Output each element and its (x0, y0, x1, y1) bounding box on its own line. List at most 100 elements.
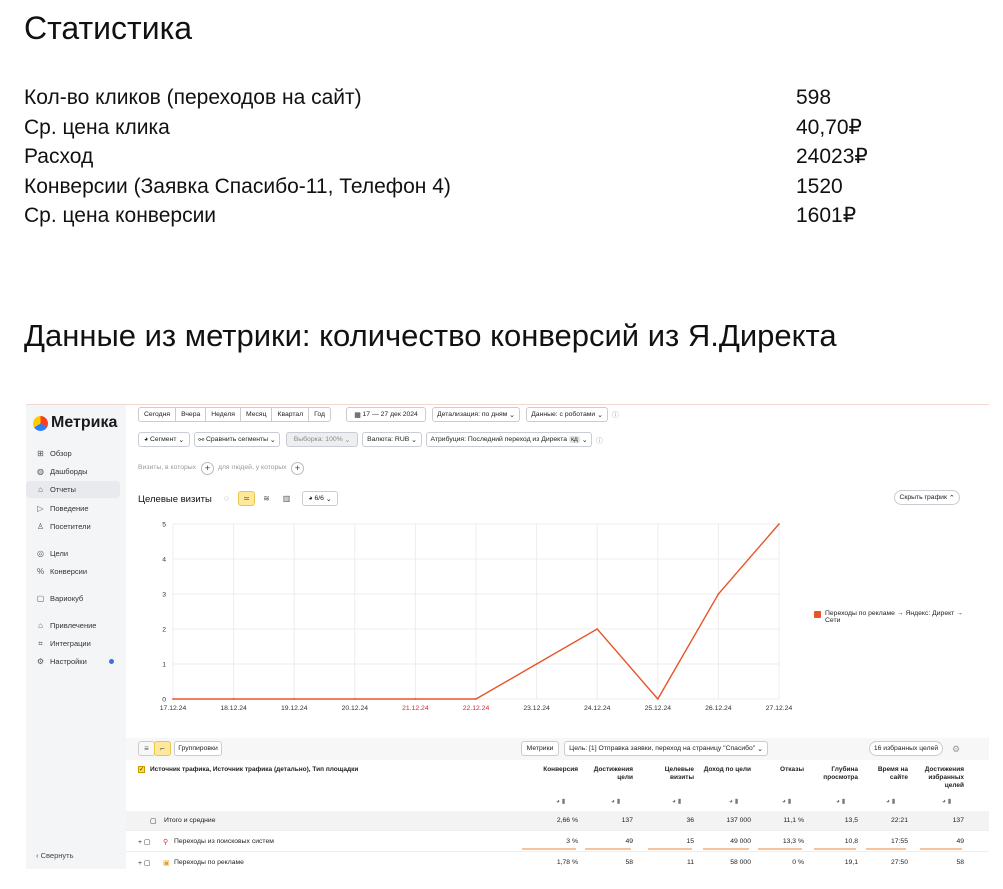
column-chart-toggle-icon[interactable]: ◕ ▮ (672, 797, 681, 805)
sidebar-item-settings[interactable]: ⚙ Настройки (26, 653, 120, 670)
sidebar-item-variocube[interactable]: ▢ Вариокуб (26, 590, 120, 607)
table-cell: 137 000 (726, 817, 751, 824)
sample-select[interactable]: Выборка: 100% ⌄ (286, 432, 358, 447)
dashboard-icon: ◍ (37, 467, 44, 476)
sidebar-item-integrations[interactable]: ⌗ Интеграции (26, 635, 120, 652)
period-quarter[interactable]: Квартал (272, 408, 310, 421)
period-yesterday[interactable]: Вчера (176, 408, 207, 421)
column-header[interactable]: Достижения избранных целей (916, 766, 964, 790)
data-point (172, 698, 174, 700)
sidebar: Метрика ⊞ Обзор ◍ Дашборды ⌂ Отчеты ▷ Поведе… (26, 405, 126, 869)
column-header[interactable]: Время на сайте (862, 766, 908, 782)
stat-label: Конверсии (Заявка Спасибо-11, Телефон 4) (24, 174, 451, 198)
sidebar-item-reports[interactable]: ⌂ Отчеты (26, 481, 120, 498)
goal-label: Цель: [1] Отправка заявки, переход на ст… (569, 745, 756, 752)
favorite-goals-button[interactable]: 16 избранных целей (869, 741, 943, 756)
column-header[interactable]: Конверсия (518, 766, 578, 774)
x-tick-label: 18.12.24 (220, 705, 247, 712)
info-icon[interactable]: ⓘ (612, 409, 619, 419)
dims-header[interactable]: Источник трафика, Источник трафика (дета… (150, 766, 410, 774)
chevron-down-icon: ⌄ (579, 436, 588, 444)
x-tick-label: 17.12.24 (160, 705, 187, 712)
sidebar-item-label: Отчеты (50, 485, 76, 494)
column-header[interactable]: Достижения цели (581, 766, 633, 782)
column-chart-toggle-icon[interactable]: ◕ ▮ (942, 797, 951, 805)
dims-checkbox[interactable]: ✓ (138, 766, 145, 773)
row-name: Переходы по рекламе (174, 859, 244, 866)
settings-icon[interactable]: ⚙ (952, 744, 960, 755)
detail-select[interactable]: Детализация: по дням ⌄ (432, 407, 520, 422)
column-header[interactable]: Целевые визиты (644, 766, 694, 782)
logo[interactable]: Метрика (33, 414, 117, 432)
sidebar-item-overview[interactable]: ⊞ Обзор (26, 445, 120, 462)
sidebar-item-label: Цели (50, 549, 69, 558)
goal-select[interactable]: Цель: [1] Отправка заявки, переход на ст… (564, 741, 768, 756)
stat-row: Конверсии (Заявка Спасибо-11, Телефон 4)… (24, 172, 984, 202)
period-week[interactable]: Неделя (206, 408, 241, 421)
line-chart-icon[interactable]: ≃ (238, 491, 255, 506)
segment-button[interactable]: ◕ Сегмент ⌄ (138, 432, 190, 447)
row-checkbox[interactable]: ▢ (150, 817, 156, 825)
table-row[interactable]: + ▢ ▣ Переходы по рекламе 1,78 % 58 11 58 000 0… (126, 853, 989, 869)
filter-visits-label: Визиты, в которых (138, 464, 197, 471)
column-header[interactable]: Отказы (754, 766, 804, 774)
add-visit-filter-button[interactable]: + (201, 462, 214, 475)
column-chart-toggle-icon[interactable]: ◕ ▮ (729, 797, 738, 805)
column-chart-toggle-icon[interactable]: ◕ ▮ (556, 797, 565, 805)
refresh-icon[interactable]: ◌ (218, 491, 235, 506)
data-mode-select[interactable]: Данные: с роботами ⌄ (526, 407, 608, 422)
period-today[interactable]: Сегодня (139, 408, 177, 421)
compare-icon: ⚯ (198, 436, 206, 444)
sidebar-item-acquisition[interactable]: ⌂ Привлечение (26, 617, 120, 634)
table-cell: 27:50 (890, 859, 908, 866)
sidebar-item-goals[interactable]: ◎ Цели (26, 545, 120, 562)
column-header[interactable]: Глубина просмотра (810, 766, 858, 782)
list-view-icon[interactable]: ≡ (138, 741, 155, 756)
data-point (778, 523, 780, 525)
stat-row: Ср. цена клика 40,70₽ (24, 113, 984, 143)
tree-view-icon[interactable]: ⌐ (154, 741, 171, 756)
period-month[interactable]: Месяц (241, 408, 273, 421)
info-icon[interactable]: ⓘ (596, 435, 603, 445)
column-chart-toggle-icon[interactable]: ◕ ▮ (836, 797, 845, 805)
table-total-row[interactable]: ▢ Итого и средние 2,66 % 137 36 137 000 11,1 %… (126, 811, 989, 831)
stat-label: Ср. цена конверсии (24, 204, 217, 227)
legend-checkbox[interactable] (814, 611, 821, 618)
cell-bar (648, 848, 692, 850)
column-chart-toggle-icon[interactable]: ◕ ▮ (611, 797, 620, 805)
sidebar-item-visitors[interactable]: ♙ Посетители (26, 518, 120, 535)
date-range-button[interactable]: ▦ 17 — 27 дек 2024 (346, 407, 426, 422)
logo-text: Метрика (51, 414, 118, 431)
sidebar-item-behavior[interactable]: ▷ Поведение (26, 500, 120, 517)
table-row[interactable]: + ▢ ⚲ Переходы из поисковых систем 3 % 49 15 4… (126, 832, 989, 852)
area-chart-icon[interactable]: ≋ (258, 491, 275, 506)
grid-icon: ⊞ (37, 449, 44, 458)
series-count: 6/6 (314, 495, 324, 502)
bar-chart-icon[interactable]: ▥ (278, 491, 295, 506)
collapse-button[interactable]: ‹ Свернуть (36, 851, 74, 860)
metrics-button[interactable]: Метрики (521, 741, 559, 756)
table-cell: 137 (952, 817, 964, 824)
expand-icon[interactable]: + ▢ (138, 859, 150, 867)
sidebar-item-conversions[interactable]: % Конверсии (26, 563, 120, 580)
table-cell: 13,3 % (782, 838, 804, 845)
attribution-badge: кд (568, 436, 580, 443)
column-chart-toggle-icon[interactable]: ◕ ▮ (782, 797, 791, 805)
metrika-logo-icon (33, 415, 48, 431)
period-year[interactable]: Год (309, 408, 330, 421)
expand-icon[interactable]: + ▢ (138, 838, 150, 846)
stat-label: Кол-во кликов (переходов на сайт) (24, 86, 362, 109)
add-people-filter-button[interactable]: + (291, 462, 304, 475)
groupings-button[interactable]: Группировки (174, 741, 222, 756)
cell-bar (703, 848, 749, 850)
column-chart-toggle-icon[interactable]: ◕ ▮ (886, 797, 895, 805)
sidebar-item-dashboards[interactable]: ◍ Дашборды (26, 463, 120, 480)
hide-chart-button[interactable]: Скрыть график ⌃ (894, 490, 960, 505)
column-header[interactable]: Доход по цели (699, 766, 751, 774)
data-point (414, 698, 417, 700)
series-count-select[interactable]: ◕ 6/6 ⌄ (302, 491, 338, 506)
attribution-select[interactable]: Атрибуция: Последний переход из Директа … (426, 432, 592, 447)
compare-segments-button[interactable]: ⚯ Сравнить сегменты ⌄ (194, 432, 280, 447)
table-cell: 13,5 (844, 817, 858, 824)
currency-select[interactable]: Валюта: RUB ⌄ (362, 432, 422, 447)
